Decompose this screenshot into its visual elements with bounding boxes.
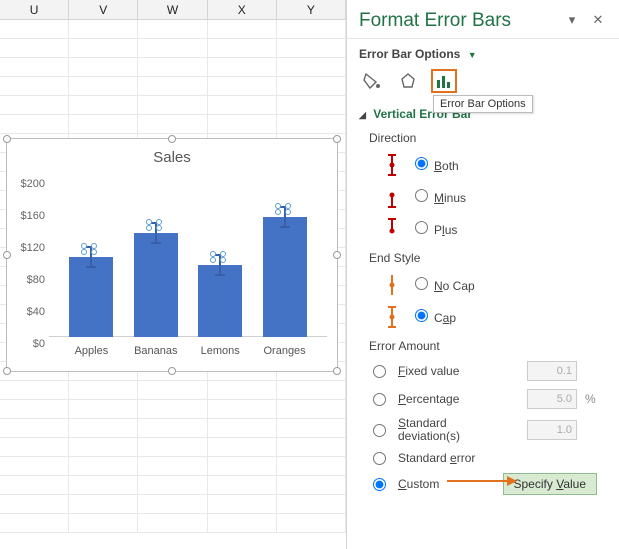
format-error-bars-pane: Format Error Bars ▾ ✕ Error Bar Options …: [346, 0, 619, 549]
direction-plus-radio[interactable]: [415, 221, 428, 234]
direction-minus-option[interactable]: Minus: [415, 189, 466, 205]
error-cap: [280, 226, 290, 228]
data-point-marker: [285, 203, 291, 209]
amount-stddev-label[interactable]: Standarddeviation(s): [398, 417, 519, 443]
amount-stddev-input[interactable]: 1.0: [527, 420, 577, 440]
data-point-marker: [285, 209, 291, 215]
fill-line-icon[interactable]: [359, 69, 385, 93]
data-point-marker: [156, 219, 162, 225]
data-point-marker: [156, 225, 162, 231]
chart-object[interactable]: Sales $0$40$80$120$160$200ApplesBananasL…: [6, 138, 338, 372]
x-tick-label: Bananas: [126, 345, 186, 357]
column-headers: U V W X Y: [0, 0, 346, 20]
col-header[interactable]: W: [138, 0, 207, 19]
x-tick-label: Lemons: [190, 345, 250, 357]
y-tick-label: $160: [11, 210, 45, 222]
amount-custom-label[interactable]: Custom: [398, 477, 495, 491]
error-cap: [215, 274, 225, 276]
close-icon[interactable]: ✕: [589, 12, 607, 30]
amount-percentage-label[interactable]: Percentage: [398, 392, 519, 406]
plot-area[interactable]: $0$40$80$120$160$200ApplesBananasLemonsO…: [49, 177, 327, 337]
cap-icon: [381, 304, 403, 330]
collapse-icon: ◢: [359, 110, 366, 120]
y-tick-label: $40: [11, 306, 45, 318]
col-header[interactable]: X: [208, 0, 277, 19]
pane-header: Format Error Bars ▾ ✕: [347, 0, 619, 39]
amount-fixed-radio[interactable]: [373, 365, 386, 378]
resize-handle[interactable]: [3, 367, 11, 375]
error-cap: [86, 266, 96, 268]
col-header[interactable]: Y: [277, 0, 346, 19]
direction-minus-radio[interactable]: [415, 189, 428, 202]
bar[interactable]: [69, 257, 113, 337]
bar-options-icon[interactable]: [431, 69, 457, 93]
amount-fixed-label[interactable]: Fixed value: [398, 364, 519, 378]
endstyle-nocap-radio[interactable]: [415, 277, 428, 290]
data-point-marker: [91, 249, 97, 255]
data-point-marker: [91, 243, 97, 249]
y-tick-label: $80: [11, 274, 45, 286]
bar[interactable]: [198, 265, 242, 337]
amount-stderr-label[interactable]: Standard error: [398, 451, 597, 465]
resize-handle[interactable]: [3, 251, 11, 259]
error-bar-options-dropdown[interactable]: Error Bar Options ▼: [347, 39, 619, 65]
direction-label: Direction: [347, 125, 619, 149]
error-cap: [151, 242, 161, 244]
data-point-marker: [146, 225, 152, 231]
chevron-down-icon: ▼: [468, 50, 477, 60]
direction-both-radio[interactable]: [415, 157, 428, 170]
endstyle-nocap-option[interactable]: No Cap: [415, 277, 475, 293]
direction-plus-option[interactable]: Plus: [415, 221, 457, 237]
resize-handle[interactable]: [168, 367, 176, 375]
amount-fixed-input[interactable]: 0.1: [527, 361, 577, 381]
amount-percentage-input[interactable]: 5.0: [527, 389, 577, 409]
data-point-marker: [210, 257, 216, 263]
pane-options-icon[interactable]: ▾: [563, 12, 581, 30]
minus-icon: [381, 184, 403, 210]
resize-handle[interactable]: [3, 135, 11, 143]
resize-handle[interactable]: [333, 251, 341, 259]
data-point-marker: [220, 257, 226, 263]
col-header[interactable]: V: [69, 0, 138, 19]
spreadsheet-grid[interactable]: U V W X Y Sales $0$40$80$120$160$200Appl…: [0, 0, 346, 549]
y-tick-label: $120: [11, 242, 45, 254]
dropdown-label: Error Bar Options: [359, 47, 460, 61]
nocap-icon: [381, 272, 403, 298]
amount-custom-radio[interactable]: [373, 478, 386, 491]
pane-title: Format Error Bars: [359, 10, 555, 32]
endstyle-label: End Style: [347, 245, 619, 269]
percent-sign: %: [585, 392, 597, 406]
data-point-marker: [275, 203, 281, 209]
amount-label: Error Amount: [347, 333, 619, 357]
endstyle-cap-radio[interactable]: [415, 309, 428, 322]
amount-stderr-radio[interactable]: [373, 452, 386, 465]
data-point-marker: [220, 251, 226, 257]
amount-percentage-radio[interactable]: [373, 393, 386, 406]
both-icon: [381, 152, 403, 178]
option-category-icons: Error Bar Options: [347, 65, 619, 103]
y-tick-label: $0: [11, 338, 45, 350]
resize-handle[interactable]: [168, 135, 176, 143]
amount-stddev-radio[interactable]: [373, 424, 386, 437]
resize-handle[interactable]: [333, 135, 341, 143]
data-point-marker: [81, 249, 87, 255]
col-header[interactable]: U: [0, 0, 69, 19]
resize-handle[interactable]: [333, 367, 341, 375]
x-tick-label: Apples: [61, 345, 121, 357]
tooltip: Error Bar Options: [433, 95, 533, 113]
chart-title[interactable]: Sales: [7, 139, 337, 166]
bar[interactable]: [134, 233, 178, 337]
bar[interactable]: [263, 217, 307, 337]
endstyle-cap-option[interactable]: Cap: [415, 309, 456, 325]
specify-value-button[interactable]: Specify Value: [503, 473, 598, 495]
y-tick-label: $200: [11, 178, 45, 190]
data-point-marker: [275, 209, 281, 215]
x-tick-label: Oranges: [255, 345, 315, 357]
plus-icon: [381, 216, 403, 242]
data-point-marker: [146, 219, 152, 225]
direction-both-option[interactable]: Both: [415, 157, 459, 173]
effects-icon[interactable]: [395, 69, 421, 93]
